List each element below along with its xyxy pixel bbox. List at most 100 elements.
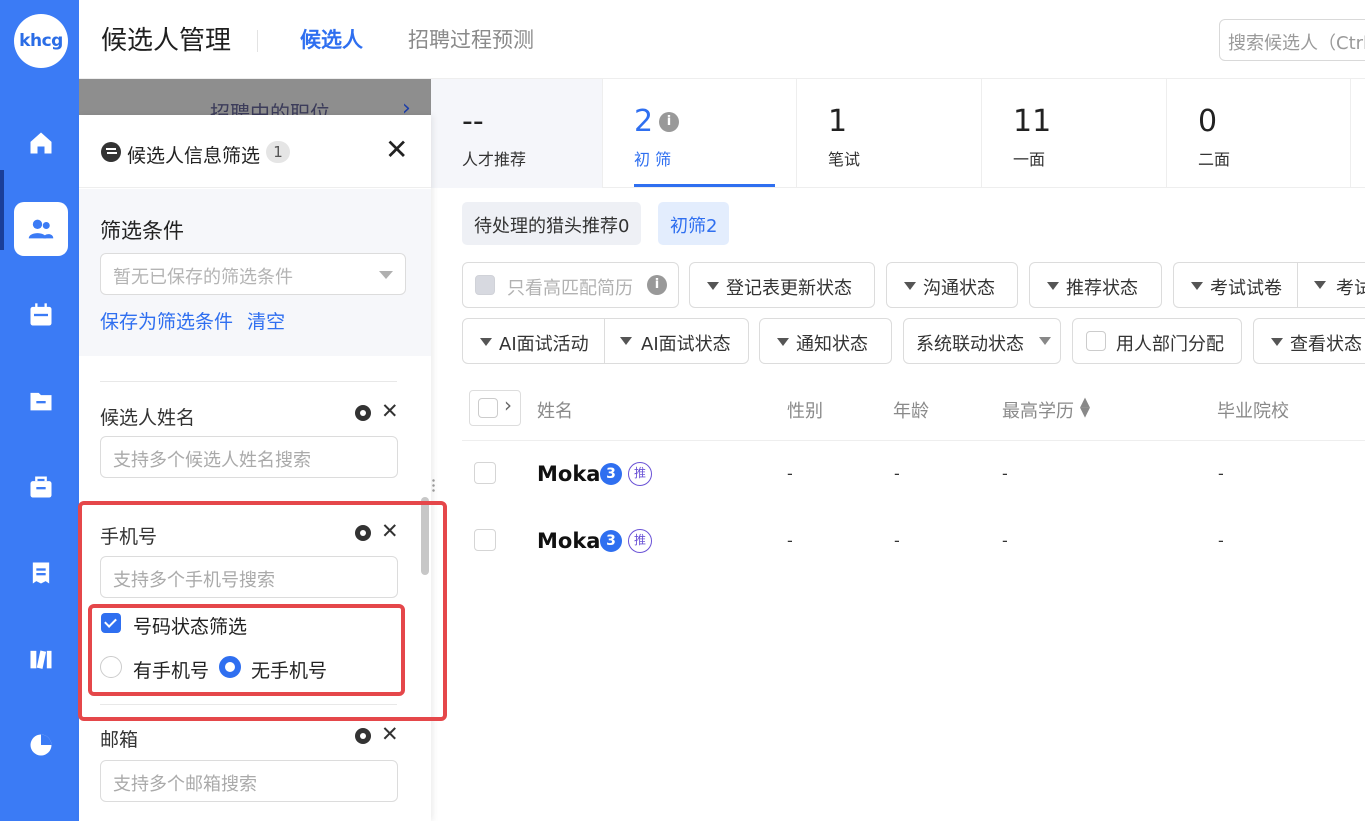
app-root: khcg 候选人管理 候选人 招聘过程预测 搜索候选人（Ctrl 招聘中的职位 … xyxy=(0,0,1365,821)
stage-written-test[interactable]: 1 笔试 xyxy=(797,79,982,188)
candidate-name-input[interactable]: 支持多个候选人姓名搜索 xyxy=(100,436,398,478)
row-checkbox[interactable] xyxy=(474,462,496,484)
library-nav-button[interactable] xyxy=(14,632,68,686)
caret-down-icon xyxy=(379,271,393,279)
filter-label: 登记表更新状态 xyxy=(726,278,852,299)
company-logo[interactable]: khcg xyxy=(14,14,68,68)
select-all-checkbox[interactable] xyxy=(478,398,498,418)
tab-recruitment-forecast[interactable]: 招聘过程预测 xyxy=(408,24,534,54)
form-update-status-filter[interactable]: 登记表更新状态 xyxy=(689,262,875,308)
chevron-right-icon[interactable]: › xyxy=(504,393,512,417)
document-nav-button[interactable] xyxy=(14,546,68,600)
sort-icon[interactable]: ▲ ▼ xyxy=(1080,396,1090,419)
high-match-checkbox[interactable] xyxy=(475,275,495,295)
school-cell: - xyxy=(1218,464,1224,483)
email-input[interactable]: 支持多个邮箱搜索 xyxy=(100,760,398,802)
caret-down-icon xyxy=(707,282,719,290)
info-icon[interactable]: i xyxy=(659,112,679,132)
save-condition-link[interactable]: 保存为筛选条件 xyxy=(100,311,233,333)
column-header-name[interactable]: 姓名 xyxy=(537,397,573,423)
high-match-filter[interactable]: 只看高匹配简历 i xyxy=(462,262,679,308)
close-icon[interactable]: ✕ xyxy=(385,133,408,166)
education-cell: - xyxy=(1002,531,1008,550)
stage-first-interview[interactable]: 11 一面 xyxy=(982,79,1167,188)
exam-paper-filter[interactable]: 考试试卷 考试 xyxy=(1173,262,1365,308)
subtab-headhunter[interactable]: 待处理的猎头推荐0 xyxy=(462,202,642,245)
settings-icon[interactable] xyxy=(355,405,371,421)
saved-conditions-select[interactable]: 暂无已保存的筛选条件 xyxy=(100,253,406,295)
notify-status-filter[interactable]: 通知状态 xyxy=(759,318,892,364)
top-header: 候选人管理 候选人 招聘过程预测 搜索候选人（Ctrl xyxy=(79,0,1365,79)
section-divider xyxy=(100,381,397,382)
calendar-icon xyxy=(30,303,52,326)
filter-label: 用人部门分配 xyxy=(1116,334,1224,355)
filter-label: 只看高匹配简历 xyxy=(507,278,633,299)
row-checkbox[interactable] xyxy=(474,529,496,551)
gender-cell: - xyxy=(787,464,793,483)
filter-label: 查看状态 xyxy=(1290,334,1362,355)
column-header-school[interactable]: 毕业院校 xyxy=(1217,397,1289,423)
ai-interview-filter-group[interactable]: AI面试活动 AI面试状态 xyxy=(462,318,749,364)
rail-edge-marker xyxy=(0,170,4,250)
caret-down-icon xyxy=(1039,337,1051,345)
stage-count: 2 xyxy=(634,104,654,139)
chip-divider xyxy=(604,318,605,364)
stage-bar: -- 人才推荐 2 i 初 筛 1 笔试 11 一面 0 二面 xyxy=(431,79,1365,188)
stage-label: 人才推荐 xyxy=(462,150,527,169)
stage-count: 0 xyxy=(1198,104,1218,139)
select-all-control[interactable]: › xyxy=(469,390,521,426)
caret-down-icon xyxy=(1271,338,1283,346)
search-input[interactable]: 搜索候选人（Ctrl xyxy=(1219,19,1365,61)
filter-label: AI面试活动 xyxy=(499,334,589,355)
filter-label: 考试 xyxy=(1336,278,1365,299)
stage-count: 1 xyxy=(828,104,848,139)
resize-handle-icon[interactable] xyxy=(432,478,435,492)
saved-conditions-section: 筛选条件 暂无已保存的筛选条件 保存为筛选条件 清空 xyxy=(79,189,431,356)
info-icon[interactable]: i xyxy=(647,275,667,295)
column-header-gender[interactable]: 性别 xyxy=(787,397,823,423)
filter-panel-title: 候选人信息筛选 xyxy=(127,145,261,167)
analytics-nav-button[interactable] xyxy=(14,718,68,772)
briefcase-nav-button[interactable] xyxy=(14,460,68,514)
filter-label: 考试试卷 xyxy=(1210,278,1282,299)
column-header-age[interactable]: 年龄 xyxy=(893,397,929,423)
tab-candidates[interactable]: 候选人 xyxy=(300,24,363,54)
filter-label: AI面试状态 xyxy=(641,334,731,355)
stage-label: 初 筛 xyxy=(634,150,672,169)
department-assign-filter[interactable]: 用人部门分配 xyxy=(1072,318,1242,364)
school-cell: - xyxy=(1218,531,1224,550)
stage-second-interview[interactable]: 0 二面 xyxy=(1167,79,1351,188)
department-assign-checkbox[interactable] xyxy=(1086,331,1106,351)
recommend-tag: 推 xyxy=(628,529,652,553)
remove-field-icon[interactable]: ✕ xyxy=(381,722,399,746)
settings-icon[interactable] xyxy=(355,728,371,744)
name-field-label: 候选人姓名 xyxy=(100,407,196,429)
condition-actions: 保存为筛选条件 清空 xyxy=(100,307,293,334)
left-nav-rail: khcg xyxy=(0,0,79,821)
filter-panel-header: 候选人信息筛选 1 ✕ xyxy=(79,115,431,188)
recommend-tag: 推 xyxy=(628,462,652,486)
calendar-nav-button[interactable] xyxy=(14,288,68,342)
gender-cell: - xyxy=(787,531,793,550)
caret-down-icon xyxy=(1314,281,1326,289)
home-nav-button[interactable] xyxy=(14,116,68,170)
candidate-name[interactable]: Moka xyxy=(537,462,600,486)
view-status-filter[interactable]: 查看状态 xyxy=(1253,318,1365,364)
candidates-nav-button[interactable] xyxy=(14,202,68,256)
caret-down-icon xyxy=(777,338,789,346)
folder-nav-button[interactable] xyxy=(14,374,68,428)
system-link-status-filter[interactable]: 系统联动状态 xyxy=(903,318,1061,364)
candidate-name[interactable]: Moka xyxy=(537,529,600,553)
caret-down-icon xyxy=(1191,282,1203,290)
recommend-status-filter[interactable]: 推荐状态 xyxy=(1029,262,1162,308)
remove-field-icon[interactable]: ✕ xyxy=(381,399,399,423)
home-icon xyxy=(30,132,52,154)
stage-talent-recommend[interactable]: -- 人才推荐 xyxy=(431,79,603,188)
header-divider xyxy=(257,30,258,52)
column-header-education[interactable]: 最高学历 xyxy=(1002,397,1074,423)
subtab-screening[interactable]: 初筛2 xyxy=(658,202,730,245)
communication-status-filter[interactable]: 沟通状态 xyxy=(886,262,1018,308)
stage-screening[interactable]: 2 i 初 筛 xyxy=(603,79,797,188)
age-cell: - xyxy=(894,464,900,483)
clear-link[interactable]: 清空 xyxy=(247,311,285,333)
